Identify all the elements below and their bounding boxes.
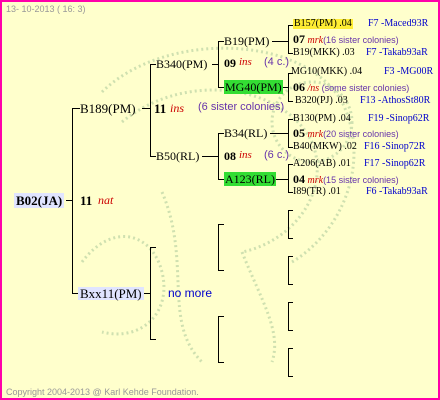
- line: [218, 362, 224, 363]
- gen4-queen[interactable]: B40(MKW) .02: [293, 142, 357, 152]
- gen4-info: 04 mrk(15 sister colonies): [293, 172, 399, 186]
- line: [218, 224, 224, 225]
- line: [288, 302, 293, 303]
- line: [288, 101, 293, 102]
- gen3-c-queen[interactable]: B34(RL): [224, 127, 267, 139]
- gen4-queen[interactable]: B130(PM) .04: [293, 114, 351, 124]
- gen3-d-queen[interactable]: A123(RL): [224, 172, 276, 186]
- gen4-queen[interactable]: MG10(MKK) .04: [291, 67, 362, 77]
- gen4-origin: F17 -Sinop62R: [364, 158, 426, 169]
- gen3-a-queen[interactable]: B19(PM): [224, 35, 269, 47]
- line: [218, 41, 219, 87]
- line: [288, 348, 293, 349]
- line: [288, 164, 289, 192]
- gen3-c-mark: ins: [239, 149, 252, 161]
- root-connector: [72, 108, 73, 294]
- gen1-top-mark: ins: [170, 101, 185, 115]
- line: [218, 316, 219, 362]
- line: [288, 210, 293, 211]
- gen3-c-year: 08: [224, 149, 236, 163]
- gen4-info: 07 mrk(16 sister colonies): [293, 32, 399, 46]
- line: [288, 330, 293, 331]
- gen4-queen[interactable]: B19(MKK) .03: [293, 48, 355, 58]
- line: [202, 156, 218, 157]
- gen3-b-queen[interactable]: MG40(PM): [224, 80, 283, 94]
- line: [288, 73, 289, 101]
- gen4-queen[interactable]: B320(PJ) .03: [295, 96, 348, 106]
- line: [288, 348, 289, 376]
- line: [288, 302, 289, 330]
- timestamp: 13- 10-2013 ( 16: 3): [6, 4, 86, 14]
- gen3-a-year: 09: [224, 56, 236, 70]
- line: [212, 64, 218, 65]
- line: [288, 284, 293, 285]
- gen4-origin: F19 -Sinop62R: [368, 113, 430, 124]
- line: [218, 133, 219, 179]
- root-mark: nat: [98, 193, 114, 207]
- gen2-b-queen[interactable]: B50(RL): [156, 150, 199, 162]
- gen3-c-note: (6 c.): [264, 149, 290, 161]
- line: [274, 179, 288, 180]
- line: [288, 25, 289, 53]
- gen4-origin: F7 -Maced93R: [368, 18, 429, 29]
- line: [288, 119, 289, 147]
- line: [288, 238, 293, 239]
- gen1-top-year: 11: [154, 101, 167, 116]
- gen4-origin: F7 -Takab93aR: [366, 47, 428, 58]
- gen3-a-mark: ins: [239, 56, 252, 68]
- gen4-origin: F6 -Takab93aR: [366, 186, 428, 197]
- gen4-info: 05 mrk(20 sister colonies): [293, 126, 399, 140]
- gen1-bottom-queen[interactable]: Bxx11(PM): [78, 287, 144, 300]
- line: [288, 256, 289, 284]
- root-queen[interactable]: B02(JA): [14, 193, 65, 208]
- line: [150, 247, 151, 339]
- line: [72, 108, 80, 109]
- line: [66, 200, 72, 201]
- no-more-label: no more: [168, 286, 213, 300]
- pedigree-frame: 13- 10-2013 ( 16: 3) Copyright 2004-2013…: [0, 0, 440, 400]
- line: [288, 376, 293, 377]
- gen4-queen[interactable]: I89(TR) .01: [293, 187, 341, 197]
- line: [218, 224, 219, 270]
- gen4-info: 06 /ns (some sister colonies): [293, 80, 410, 94]
- line: [272, 41, 288, 42]
- gen3-a-note: (4 c.): [264, 56, 290, 68]
- root-year: 11: [80, 193, 93, 208]
- line: [218, 316, 224, 317]
- copyright: Copyright 2004-2013 @ Karl Kehde Foundat…: [6, 387, 199, 397]
- gen2-a-queen[interactable]: B340(PM): [156, 58, 207, 70]
- line: [150, 64, 151, 156]
- gen4-queen[interactable]: B157(PM) .04: [293, 19, 353, 29]
- line: [218, 270, 224, 271]
- gen4-origin: F3 -MG00R: [384, 66, 434, 77]
- gen1-top-note: (6 sister colonies): [198, 101, 285, 113]
- gen4-queen[interactable]: A206(AB) .01: [293, 159, 351, 169]
- gen1-top-queen[interactable]: B189(PM): [80, 102, 136, 115]
- line: [150, 247, 156, 248]
- line: [288, 256, 293, 257]
- line: [142, 108, 150, 109]
- gen4-origin: F16 -Sinop72R: [364, 141, 426, 152]
- line: [270, 133, 288, 134]
- line: [288, 210, 289, 238]
- line: [150, 339, 156, 340]
- gen4-origin: F13 -AthosSt80R: [360, 95, 431, 106]
